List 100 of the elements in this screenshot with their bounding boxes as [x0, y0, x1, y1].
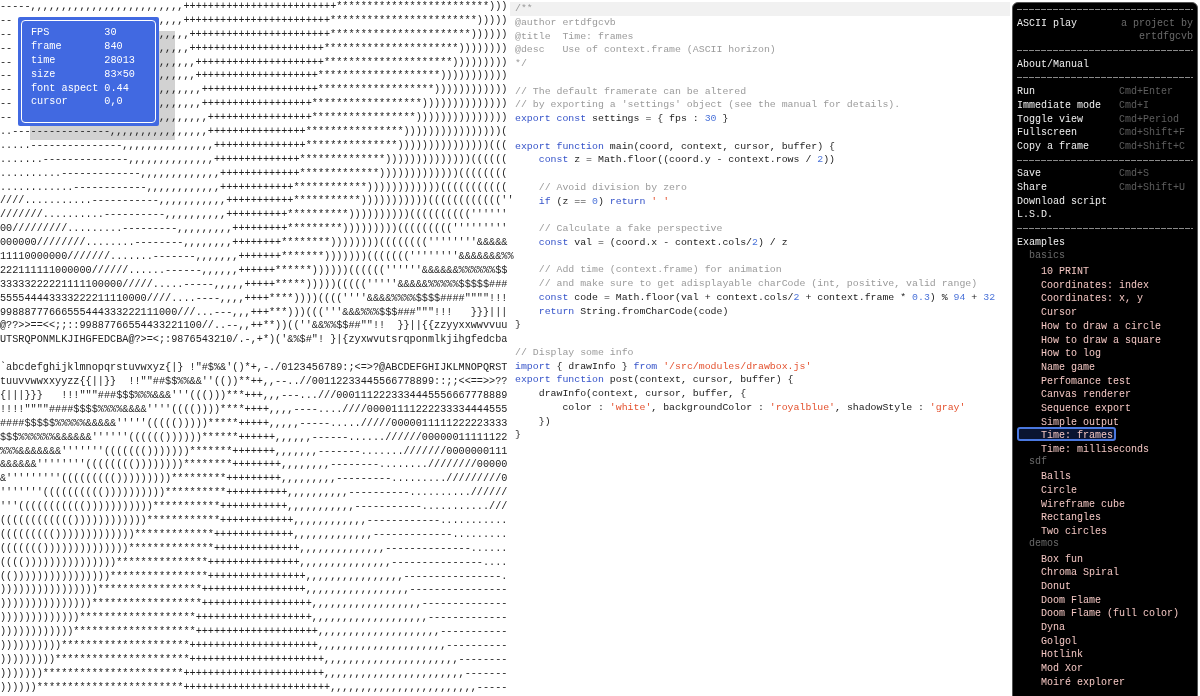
- menu-item[interactable]: L.S.D.: [1017, 208, 1193, 223]
- ascii-text: $$$%%%%%%&&&&&&''''''(((((())))))******++++++,,,,,,------......//////00000011111122: [0, 431, 508, 443]
- ascii-text: .....---------------,,,,,,,,,,,,,,,+++++++++++++++***************)))))))))))))))(((: [0, 139, 508, 151]
- example-item[interactable]: Dyna: [1017, 618, 1068, 633]
- ascii-text: --: [0, 97, 13, 112]
- example-item[interactable]: How to draw a square: [1017, 331, 1165, 346]
- info-value: 28013: [104, 53, 135, 68]
- ascii-text: )))))))))**********************++++++++++++++++++++++,,,,,,,,,,,,,,,,,,,,,,--------: [0, 653, 508, 665]
- code-line: // Add time (context.frame) for animation: [537, 263, 783, 277]
- code-line: import { drawInfo } from '/src/modules/drawbox.js': [514, 359, 813, 374]
- code-line: if (z == 0) return ' ': [537, 194, 671, 209]
- code-line: const z = Math.floor((coord.y - context.rows / 2)): [537, 153, 837, 167]
- ascii-text: ,,,,,,+++++++++++++++++++++*********************))))))))): [158, 55, 508, 70]
- ascii-text: %%%&&&&&&&'''''''((((((()))))))*******+++++++,,,,,,,-------.......///////0000000111: [0, 445, 508, 457]
- ascii-text: ///////..........----------,,,,,,,,,,++++++++++**********))))))))))(((((((((('''''': [0, 209, 508, 221]
- ascii-text: `abcdefghijklmnopqrstuvwxyz{|} !"#$%&'()*+,-./0123456789:;<=>?@ABCDEFGHIJKLMNOPQRST: [0, 362, 508, 374]
- example-item[interactable]: How to draw a circle: [1017, 317, 1165, 332]
- category-label: basics: [1028, 249, 1066, 264]
- ascii-text: --: [0, 13, 13, 28]
- ascii-text: --: [0, 69, 13, 84]
- example-item[interactable]: Canvas renderer: [1017, 386, 1134, 400]
- code-line: const val = (coord.x - context.cols/2) / z: [537, 235, 789, 250]
- info-label: frame: [31, 39, 63, 54]
- ascii-text: --: [0, 41, 13, 56]
- ascii-text: ,,,,,++++++++++++++++++++++**********************)))))))): [158, 41, 508, 56]
- menu-item[interactable]: Toggle view Cmd+Period: [1017, 112, 1193, 127]
- ascii-text: 33333222221111100000/////.....-----,,,,,+++++*****)))))((((('''''&&&&&%%%%%$$$$$###: [0, 278, 508, 290]
- ascii-text: ............------------,,,,,,,,,,,,++++++++++++************))))))))))))(((((((((((: [0, 181, 508, 193]
- example-item[interactable]: Hotlink: [1017, 646, 1086, 661]
- info-label: size: [31, 67, 57, 82]
- ascii-text: 000000////////........--------,,,,,,,,++++++++********))))))))((((((((''''''''&&&&&: [0, 237, 508, 249]
- example-item[interactable]: Time: frames: [1017, 427, 1116, 442]
- ascii-text: ))))))))))))********************++++++++++++++++++++,,,,,,,,,,,,,,,,,,,,-----------: [0, 626, 508, 638]
- ascii-text: &'''''''''((((((((()))))))))*********+++++++++,,,,,,,,,---------........./////////0: [0, 473, 508, 485]
- info-label: cursor: [31, 95, 69, 110]
- example-item[interactable]: Cursor: [1017, 304, 1080, 318]
- menu-item[interactable]: Share Cmd+Shift+U: [1017, 180, 1193, 195]
- ascii-text: --: [0, 55, 13, 70]
- example-item[interactable]: Perfomance test: [1017, 372, 1134, 387]
- shortcut-text: Cmd+I: [1119, 98, 1150, 113]
- code-line: // and make sure to get adisplayable charCode (int, positive, valid range): [537, 277, 979, 291]
- ascii-text: ,,,,,,,++++++++++++++++++******************)))))))))))))): [158, 97, 508, 112]
- ascii-text: --: [0, 27, 13, 42]
- example-item[interactable]: Donut: [1017, 577, 1074, 592]
- menu-item[interactable]: Copy a frame Cmd+Shift+C: [1017, 139, 1193, 154]
- category-label: demos: [1028, 536, 1060, 551]
- example-item[interactable]: Sequence export: [1017, 399, 1134, 414]
- code-line: return String.fromCharCode(code): [537, 304, 730, 319]
- byline-text: a project by ertdfgcvb: [1121, 16, 1193, 45]
- ascii-text: ..........-------------,,,,,,,,,,,,,+++++++++++++*************)))))))))))))((((((((: [0, 167, 508, 179]
- example-item[interactable]: Chroma Spiral: [1017, 564, 1122, 578]
- example-item[interactable]: Wireframe cube: [1017, 495, 1128, 510]
- ascii-text: ####$$$$$%%%%%&&&&&'''''((((()))))*****+++++,,,,,-----...../////0000011111222223333: [0, 417, 508, 429]
- menu-item[interactable]: About/Manual: [1017, 57, 1193, 72]
- code-line: export function main(coord, context, cursor, buffer) {: [514, 139, 836, 154]
- info-label: FPS: [31, 26, 51, 40]
- ascii-text: ))))))************************++++++++++++++++++++++++,,,,,,,,,,,,,,,,,,,,,,,,-----: [0, 681, 508, 693]
- example-item[interactable]: Golgol: [1017, 632, 1080, 647]
- example-item[interactable]: How to log: [1017, 345, 1104, 359]
- code-line: // The default framerate can be altered: [514, 84, 748, 99]
- shortcut-text: Cmd+Enter: [1119, 85, 1174, 99]
- category-label: sdf: [1028, 454, 1048, 469]
- example-item[interactable]: Simple output: [1017, 413, 1122, 428]
- example-item[interactable]: Doom Flame: [1017, 591, 1104, 606]
- example-item[interactable]: Coordinates: x, y: [1017, 290, 1147, 305]
- info-value: 840: [104, 39, 123, 54]
- example-item[interactable]: Moiré explorer: [1017, 673, 1128, 688]
- example-item[interactable]: Rectangles: [1017, 509, 1104, 524]
- example-item[interactable]: Coordinates: index: [1017, 276, 1153, 291]
- info-value: 0.44: [104, 81, 129, 96]
- example-item[interactable]: Two circles: [1017, 523, 1110, 537]
- ascii-text: 99888777666555444333222111000///...---,,,+++***)))((('''&&&%%%$$$###"""!!! }}}|||: [0, 306, 508, 318]
- menu-item[interactable]: Run Cmd+Enter: [1017, 85, 1193, 99]
- ascii-text: ,,,,,+++++++++++++++++++++++***********************)))))): [158, 27, 508, 42]
- ascii-text: 555544443333222211110000////....----,,,,++++****))))((((''''&&&&%%%%$$$$####""""!!!: [0, 292, 508, 304]
- code-line: // Calculate a fake perspective: [537, 222, 724, 236]
- ascii-text: {|||}}} !!!"""###$$$%%%&&&'''((()))***+++,,,---...///0001112223334445556667778889: [0, 389, 508, 401]
- ascii-text: !!!!""""####$$$$%%%%&&&&''''(((())))****++++,,,,----....////00001111222233334444555: [0, 403, 508, 415]
- menu-item[interactable]: Immediate mode Cmd+I: [1017, 98, 1193, 113]
- example-item[interactable]: Circle: [1017, 482, 1080, 496]
- ascii-text: '''''''(((((((((())))))))))**********++++++++++,,,,,,,,,,----------..........//////: [0, 487, 508, 499]
- code-line: export function post(context, cursor, buffer) {: [514, 373, 795, 387]
- example-item[interactable]: Time: milliseconds: [1017, 441, 1153, 455]
- example-item[interactable]: Doom Flame (full color): [1017, 605, 1183, 619]
- menu-item[interactable]: Save Cmd+S: [1017, 167, 1193, 181]
- info-value: 30: [104, 26, 117, 40]
- menu-item[interactable]: Download script: [1017, 194, 1193, 209]
- menu-item[interactable]: Fullscreen Cmd+Shift+F: [1017, 126, 1193, 140]
- example-item[interactable]: Box fun: [1017, 550, 1086, 565]
- example-item[interactable]: 10 PRINT: [1017, 263, 1092, 277]
- ascii-text: (())))))))))))))))****************++++++++++++++++,,,,,,,,,,,,,,,,----------------.: [0, 570, 508, 582]
- ascii-text: ,,,,,,,,+++++++++++++++++*****************))))))))))))))): [158, 111, 508, 125]
- ascii-text: 00/////////.........---------,,,,,,,,,+++++++++*********)))))))))(((((((((''''''''': [0, 223, 508, 235]
- example-item[interactable]: Balls: [1017, 468, 1074, 483]
- ascii-text: UTSRQPONMLKJIHGFEDCBA@?>=<;:9876543210/.-,+*)('&%$#"! }|{zyxwvutsrqponmlkjihgfedcba: [0, 334, 508, 346]
- example-item[interactable]: Name game: [1017, 358, 1098, 373]
- ascii-text: @??>>==<<;;::99887766554433221100//..--,,++**))((''&&%%$$##""!! }}||{{zzyyxxwwvvuu: [0, 320, 508, 332]
- ascii-text: ))))))))))*********************+++++++++++++++++++++,,,,,,,,,,,,,,,,,,,,,----------: [0, 639, 508, 651]
- ascii-text: ,,,,,,++++++++++++++++++++********************))))))))))): [158, 69, 508, 84]
- example-item[interactable]: Mod Xor: [1017, 660, 1086, 674]
